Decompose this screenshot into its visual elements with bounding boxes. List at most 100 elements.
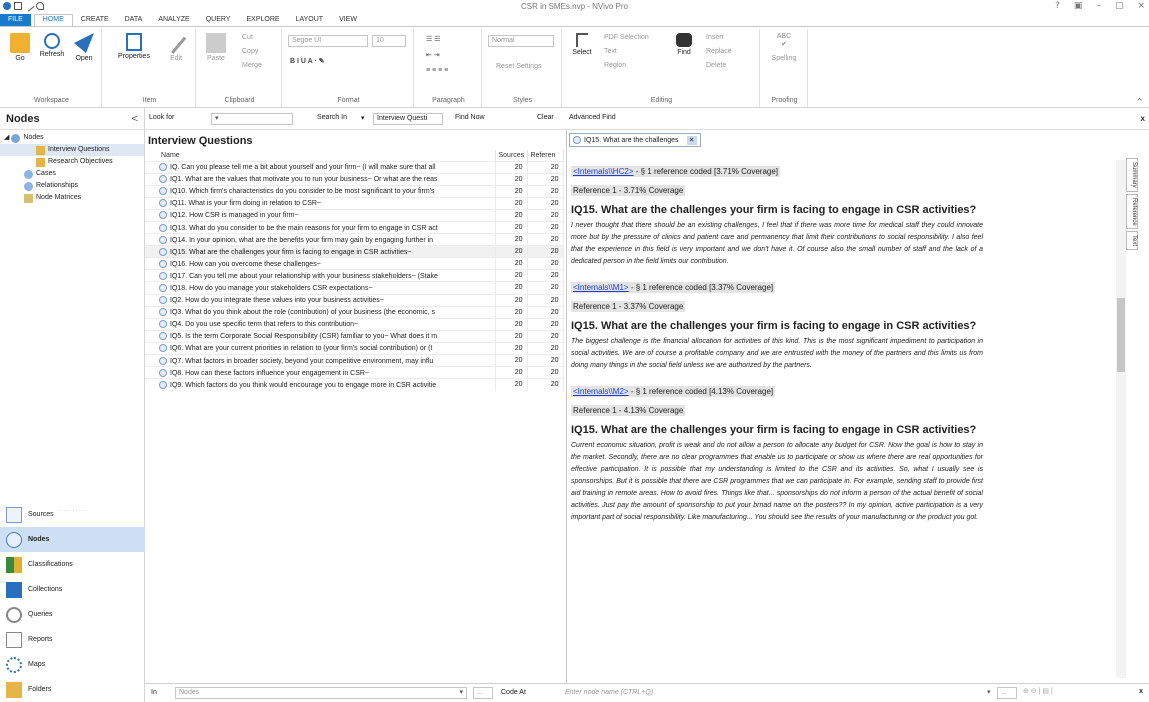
- table-row[interactable]: IQ4. Do you use specific term that refer…: [145, 317, 564, 331]
- search-in-value[interactable]: Interview Questi: [373, 113, 443, 125]
- help-button[interactable]: ?: [1055, 1, 1060, 11]
- tree-item-node-matrices[interactable]: Node Matrices: [0, 192, 144, 204]
- node-dropdown-icon[interactable]: ▾: [987, 688, 991, 696]
- insert-button[interactable]: Insert: [706, 34, 724, 41]
- column-sources-header[interactable]: Sources: [495, 150, 528, 161]
- nav-button-maps[interactable]: Maps: [0, 652, 145, 677]
- format-buttons[interactable]: B I U A · ✎: [290, 57, 325, 65]
- table-row[interactable]: IQ18. How do you manage your stakeholder…: [145, 281, 564, 295]
- advanced-find-button[interactable]: Advanced Find: [569, 114, 616, 121]
- nav-button-reports[interactable]: Reports: [0, 627, 145, 652]
- select-button[interactable]: Select: [566, 33, 598, 56]
- find-button[interactable]: Find: [668, 33, 700, 56]
- row-name-cell[interactable]: IQ7. What factors in broader society, be…: [145, 353, 496, 367]
- close-coding-bar-button[interactable]: x: [1139, 688, 1143, 695]
- ribbon-display-button[interactable]: ▣: [1074, 1, 1083, 11]
- tab-create[interactable]: CREATE: [73, 14, 117, 26]
- font-size-select[interactable]: 10: [372, 35, 406, 47]
- tab-layout[interactable]: LAYOUT: [288, 14, 332, 26]
- copy-button[interactable]: Copy: [242, 48, 258, 55]
- browse-node-button[interactable]: ...: [997, 687, 1017, 699]
- source-link[interactable]: <Internals\\HC2>: [573, 167, 633, 176]
- in-dropdown[interactable]: Nodes ▾: [175, 687, 467, 699]
- row-name-cell[interactable]: IQ14. In your opinion, what are the bene…: [145, 233, 496, 246]
- region-selection-button[interactable]: Region: [604, 62, 626, 69]
- row-name-cell[interactable]: IQ9. Which factors do you think would en…: [145, 378, 496, 391]
- text-selection-button[interactable]: Text: [604, 48, 617, 55]
- side-tab-text[interactable]: Text: [1126, 231, 1138, 251]
- table-row[interactable]: IQ10. Which firm's characteristics do yo…: [145, 184, 564, 198]
- tab-file[interactable]: FILE: [0, 14, 31, 26]
- reset-settings-button[interactable]: Reset Settings: [496, 63, 542, 70]
- merge-button[interactable]: Merge: [242, 62, 262, 69]
- font-select[interactable]: Segoe UI: [288, 35, 368, 47]
- table-row[interactable]: IQ9. Which factors do you think would en…: [145, 378, 564, 391]
- close-window-button[interactable]: ×: [1137, 1, 1145, 11]
- tree-item-cases[interactable]: Cases: [0, 168, 144, 180]
- tree-item-research-objectives[interactable]: Research Objectives: [0, 156, 144, 168]
- row-name-cell[interactable]: IQ3. What do you think about the role (c…: [145, 305, 496, 319]
- list-icon[interactable]: ☰ ☰: [426, 35, 441, 43]
- collapse-ribbon-icon[interactable]: ^: [1136, 97, 1143, 106]
- tab-data[interactable]: DATA: [117, 14, 151, 26]
- table-row[interactable]: IQ2. How do you integrate these values i…: [145, 293, 564, 307]
- row-name-cell[interactable]: IQ13. What do you consider to be the mai…: [145, 220, 496, 234]
- tab-query[interactable]: QUERY: [198, 14, 239, 26]
- table-row[interactable]: IQ11. What is your firm doing in relatio…: [145, 196, 564, 210]
- edit-button[interactable]: Edit: [160, 32, 192, 62]
- align-icon[interactable]: ≡ ≡ ≡ ≡: [426, 67, 448, 74]
- spelling-button[interactable]: ABC ✔ Spelling: [768, 33, 800, 62]
- table-row[interactable]: IQ8. How can these factors influence you…: [145, 366, 564, 379]
- row-name-cell[interactable]: IQ8. How can these factors influence you…: [145, 366, 496, 379]
- tree-item-nodes[interactable]: ◢ Nodes: [0, 132, 144, 144]
- nav-button-classifications[interactable]: Classifications: [0, 552, 145, 577]
- table-row[interactable]: IQ12. How CSR is managed in your firm~ 20…: [145, 208, 564, 222]
- tree-item-relationships[interactable]: Relationships: [0, 180, 144, 192]
- clear-button[interactable]: Clear: [537, 114, 554, 121]
- close-find-bar-button[interactable]: x: [1141, 114, 1145, 123]
- nav-button-sources[interactable]: Sources: [0, 502, 145, 527]
- code-icons[interactable]: ⊕ ⊖ | ▤ |: [1023, 687, 1053, 695]
- row-name-cell[interactable]: IQ1. What are the values that motivate y…: [145, 172, 496, 186]
- column-references-header[interactable]: Referen: [527, 150, 564, 161]
- row-name-cell[interactable]: IQ. Can you please tell me a bit about y…: [145, 160, 496, 174]
- collapse-nav-icon[interactable]: <: [132, 113, 138, 125]
- table-row[interactable]: IQ3. What do you think about the role (c…: [145, 305, 564, 319]
- pdf-selection-button[interactable]: PDF Selection: [604, 34, 649, 41]
- column-name-header[interactable]: Name: [145, 150, 496, 161]
- row-name-cell[interactable]: IQ18. How do you manage your stakeholder…: [145, 281, 496, 295]
- row-name-cell[interactable]: IQ11. What is your firm doing in relatio…: [145, 196, 496, 210]
- row-name-cell[interactable]: IQ15. What are the challenges your firm …: [145, 245, 496, 258]
- nav-button-nodes[interactable]: Nodes: [0, 527, 145, 552]
- delete-button[interactable]: Delete: [706, 62, 726, 69]
- expand-icon[interactable]: ◢: [4, 132, 9, 144]
- properties-button[interactable]: Properties: [114, 33, 154, 60]
- tree-item-interview-questions[interactable]: Interview Questions: [0, 144, 144, 156]
- scrollbar-thumb[interactable]: [1117, 298, 1125, 372]
- search-in-label[interactable]: Search In: [317, 114, 347, 121]
- table-row[interactable]: IQ7. What factors in broader society, be…: [145, 353, 564, 367]
- look-for-input[interactable]: ▾: [211, 113, 293, 125]
- row-name-cell[interactable]: IQ16. How can you overcome these challen…: [145, 257, 496, 270]
- row-name-cell[interactable]: IQ2. How do you integrate these values i…: [145, 293, 496, 307]
- row-name-cell[interactable]: IQ4. Do you use specific term that refer…: [145, 317, 496, 331]
- tab-view[interactable]: VIEW: [331, 14, 365, 26]
- tab-home[interactable]: HOME: [33, 14, 73, 26]
- table-row[interactable]: IQ14. In your opinion, what are the bene…: [145, 233, 564, 246]
- style-select[interactable]: Normal: [488, 35, 554, 47]
- table-row[interactable]: IQ6. What are your current priorities in…: [145, 341, 564, 355]
- minimize-button[interactable]: –: [1096, 1, 1101, 11]
- table-row[interactable]: IQ17. Can you tell me about your relatio…: [145, 269, 564, 282]
- table-row[interactable]: IQ. Can you please tell me a bit about y…: [145, 160, 564, 174]
- open-button[interactable]: Open: [68, 33, 100, 62]
- detail-tab[interactable]: IQ15. What are the challenges ×: [569, 133, 701, 147]
- source-link[interactable]: <Internals\\M1>: [573, 283, 629, 292]
- refresh-button[interactable]: Refresh: [36, 33, 68, 58]
- tab-analyze[interactable]: ANALYZE: [150, 14, 197, 26]
- table-row[interactable]: IQ15. What are the challenges your firm …: [145, 245, 564, 258]
- go-button[interactable]: Go: [4, 33, 36, 62]
- maximize-button[interactable]: ▢: [1115, 1, 1124, 11]
- row-name-cell[interactable]: IQ10. Which firm's characteristics do yo…: [145, 184, 496, 198]
- table-row[interactable]: IQ13. What do you consider to be the mai…: [145, 220, 564, 234]
- vertical-scrollbar[interactable]: [1116, 160, 1126, 678]
